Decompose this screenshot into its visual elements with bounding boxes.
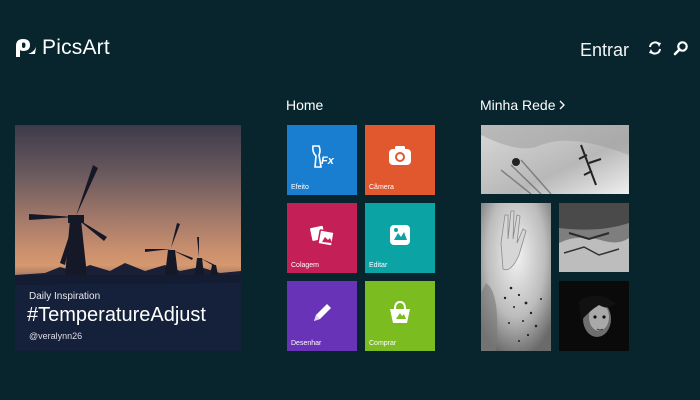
tile-efeito[interactable]: Fx Efeito [287,125,357,195]
app-logo: PicsArt [14,35,110,61]
inspiration-user[interactable]: @veralynn26 [29,331,82,341]
sign-in-button[interactable]: Entrar [580,40,629,61]
search-icon[interactable] [673,40,689,56]
photo-snow-branch [481,125,629,194]
daily-inspiration-card[interactable]: Daily Inspiration #TemperatureAdjust @ve… [15,125,241,351]
network-section-link[interactable]: Minha Rede [480,97,566,113]
edit-photo-icon [390,225,410,245]
svg-text:Fx: Fx [321,155,335,167]
tile-colagem[interactable]: Colagem [287,203,357,273]
picsart-logo-icon [16,39,36,57]
network-photo[interactable] [481,125,629,194]
collage-icon [310,225,335,247]
tile-label: Efeito [291,184,309,191]
shopping-bag-icon [390,300,410,323]
refresh-icon[interactable] [647,40,663,56]
tile-label: Desenhar [291,340,322,347]
tile-editar[interactable]: Editar [365,203,435,273]
tile-label: Colagem [291,262,320,269]
tile-comprar[interactable]: Comprar [365,281,435,351]
tile-label: Câmera [369,184,394,191]
pencil-icon [314,304,331,321]
photo-dark-portrait [559,281,629,351]
network-photo[interactable] [559,203,629,272]
chevron-right-icon [559,100,565,110]
effects-fx-icon: Fx [312,145,335,168]
app-name: PicsArt [42,36,110,59]
home-section-title: Home [286,97,324,113]
network-section-title: Minha Rede [480,97,556,113]
network-photo[interactable] [559,281,629,351]
camera-icon [389,146,411,165]
tile-desenhar[interactable]: Desenhar [287,281,357,351]
tile-camera[interactable]: Câmera [365,125,435,195]
network-photo[interactable] [481,203,551,351]
photo-hand-birds [481,203,551,351]
photo-rocks [559,203,629,272]
tile-label: Comprar [369,340,397,347]
inspiration-kicker: Daily Inspiration [29,291,101,302]
tile-label: Editar [369,262,388,269]
inspiration-hashtag[interactable]: #TemperatureAdjust [27,304,206,327]
